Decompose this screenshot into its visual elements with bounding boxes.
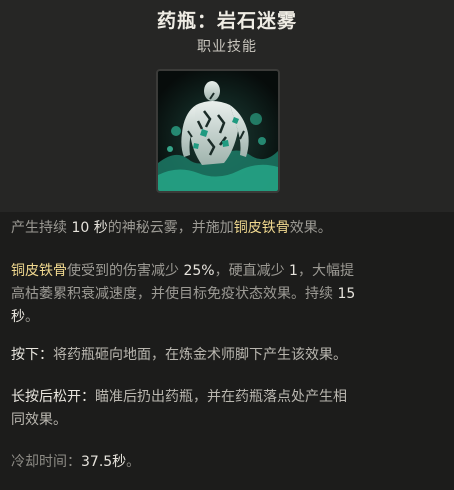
duration-unit: 秒 bbox=[89, 220, 108, 236]
effect-duration-unit: 秒 bbox=[11, 309, 25, 325]
effect-duration-value: 15 bbox=[337, 286, 356, 302]
stone-skin-figure-icon bbox=[156, 69, 280, 193]
duration-value: 10 bbox=[71, 220, 90, 236]
desc-text: 。 bbox=[25, 309, 39, 325]
press-label: 按下： bbox=[11, 347, 53, 363]
keyword-stoneskin: 铜皮铁骨 bbox=[233, 220, 290, 236]
cooldown-end: 。 bbox=[126, 454, 141, 470]
skill-category: 职业技能 bbox=[197, 39, 257, 55]
desc-text: ，大幅提 bbox=[297, 263, 354, 279]
cooldown-label: 冷却时间： bbox=[11, 454, 81, 470]
damage-reduction-value: 25% bbox=[183, 263, 215, 279]
desc-text: ，硬直减少 bbox=[214, 263, 290, 279]
skill-tooltip: 药瓶：岩石迷雾 职业技能 产生持续 10 秒的神秘云雾，并施加铜皮铁骨效果。 铜… bbox=[0, 0, 454, 490]
hold-instruction-line-1: 长按后松开：瞄准后扔出药瓶，并在药瓶落点处产生相 bbox=[11, 386, 443, 409]
description-line-3: 高枯萎累积衰减速度，并使目标免疫状态效果。持续 15 bbox=[11, 283, 443, 306]
hold-text: 同效果。 bbox=[11, 412, 67, 428]
stagger-reduction-value: 1 bbox=[289, 263, 298, 279]
desc-text: 使受到的伤害减少 bbox=[67, 263, 184, 279]
keyword-stoneskin: 铜皮铁骨 bbox=[11, 263, 67, 279]
cooldown-line: 冷却时间：37.5秒。 bbox=[11, 451, 443, 474]
desc-text: 高枯萎累积衰减速度，并使目标免疫状态效果。持续 bbox=[11, 286, 338, 302]
tooltip-description: 产生持续 10 秒的神秘云雾，并施加铜皮铁骨效果。 铜皮铁骨使受到的伤害减少 2… bbox=[0, 212, 454, 490]
desc-text: 产生持续 bbox=[11, 220, 72, 236]
press-text: 将药瓶砸向地面，在炼金术师脚下产生该效果。 bbox=[53, 347, 347, 363]
hold-text: 瞄准后扔出药瓶，并在药瓶落点处产生相 bbox=[95, 389, 347, 405]
hold-instruction-line-2: 同效果。 bbox=[11, 409, 443, 432]
hold-label: 长按后松开： bbox=[11, 389, 95, 405]
tooltip-header: 药瓶：岩石迷雾 职业技能 bbox=[0, 0, 454, 212]
description-line-1: 产生持续 10 秒的神秘云雾，并施加铜皮铁骨效果。 bbox=[11, 217, 443, 240]
cooldown-value: 37.5秒 bbox=[81, 454, 127, 470]
description-line-4: 秒。 bbox=[11, 306, 443, 329]
skill-title: 药瓶：岩石迷雾 bbox=[156, 10, 297, 32]
desc-text: 的神秘云雾，并施加 bbox=[107, 220, 234, 236]
description-line-2: 铜皮铁骨使受到的伤害减少 25%，硬直减少 1，大幅提 bbox=[11, 260, 443, 283]
desc-text: 效果。 bbox=[289, 220, 332, 236]
press-instruction: 按下：将药瓶砸向地面，在炼金术师脚下产生该效果。 bbox=[11, 344, 443, 367]
